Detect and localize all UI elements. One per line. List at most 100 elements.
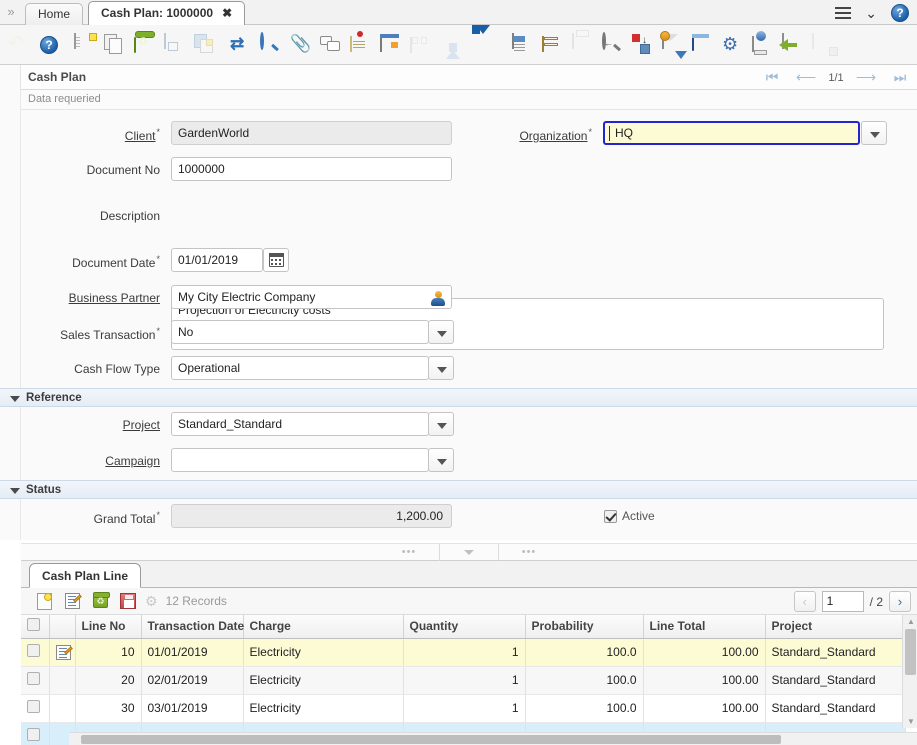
- nav-prev-icon[interactable]: ⟵: [789, 65, 823, 90]
- chat-button[interactable]: [318, 30, 344, 60]
- row-select-cell[interactable]: [21, 666, 49, 694]
- scroll-thumb[interactable]: [905, 629, 916, 675]
- chevron-right-icon[interactable]: ›: [889, 591, 911, 612]
- delete-record-button[interactable]: [132, 30, 158, 60]
- row-checkbox[interactable]: [27, 644, 40, 657]
- close-icon[interactable]: ✖: [222, 6, 232, 20]
- grid-vertical-scrollbar[interactable]: ▲ ▼: [902, 615, 917, 728]
- row-edit-cell[interactable]: [49, 638, 75, 666]
- attachment-button[interactable]: 📎: [288, 30, 314, 60]
- new-record-button[interactable]: [72, 30, 98, 60]
- column-header-probability[interactable]: Probability: [525, 615, 643, 638]
- date-picker-button[interactable]: [263, 248, 289, 272]
- edit-record-icon[interactable]: [56, 645, 71, 660]
- document-no-input[interactable]: 1000000: [171, 157, 452, 181]
- chevron-left-icon[interactable]: ‹: [794, 591, 816, 612]
- preference-button[interactable]: ⚙: [720, 30, 746, 60]
- row-checkbox[interactable]: [27, 728, 40, 741]
- print-preview-button[interactable]: ←: [600, 30, 626, 60]
- project-select[interactable]: Standard_Standard: [171, 412, 429, 436]
- table-row[interactable]: 10 01/01/2019 Electricity 1 100.0 100.00…: [21, 638, 905, 666]
- row-select-cell[interactable]: [21, 694, 49, 722]
- client-field[interactable]: GardenWorld: [171, 121, 452, 145]
- help-icon[interactable]: ?: [891, 4, 909, 22]
- detail-record-button[interactable]: [474, 30, 500, 60]
- nav-next-icon[interactable]: ⟶: [849, 65, 883, 90]
- find-button[interactable]: [258, 30, 284, 60]
- select-all-checkbox[interactable]: [27, 618, 40, 631]
- chevron-double-down-icon[interactable]: ⌄: [865, 7, 877, 19]
- column-header-project[interactable]: Project: [765, 615, 905, 638]
- nav-last-icon[interactable]: ⏭: [883, 65, 917, 90]
- save-button[interactable]: [162, 30, 188, 60]
- business-partner-info-button[interactable]: [426, 287, 450, 309]
- gear-icon[interactable]: ⚙: [145, 593, 158, 610]
- column-header-charge[interactable]: Charge: [243, 615, 403, 638]
- campaign-select[interactable]: [171, 448, 429, 472]
- triangle-down-icon[interactable]: [10, 488, 20, 494]
- column-header-select[interactable]: [21, 615, 49, 638]
- project-label[interactable]: Project: [60, 418, 160, 432]
- multi-view-button[interactable]: [408, 30, 434, 60]
- organization-dropdown-button[interactable]: [861, 121, 887, 145]
- column-header-quantity[interactable]: Quantity: [403, 615, 525, 638]
- cash-flow-type-select[interactable]: Operational: [171, 356, 429, 380]
- sales-transaction-select[interactable]: No: [171, 320, 429, 344]
- print-button[interactable]: [570, 30, 596, 60]
- section-status[interactable]: Status: [0, 480, 917, 499]
- business-partner-input[interactable]: My City Electric Company: [171, 285, 452, 309]
- active-checkbox[interactable]: [604, 510, 617, 523]
- column-header-line-no[interactable]: Line No: [75, 615, 141, 638]
- nav-first-icon[interactable]: ⏮: [755, 65, 789, 90]
- refresh-button[interactable]: ⇄: [228, 30, 254, 60]
- scroll-down-icon[interactable]: ▼: [907, 717, 915, 726]
- grid-delete-record-button[interactable]: [89, 591, 111, 611]
- tab-cash-plan[interactable]: Cash Plan: 1000000✖: [88, 1, 245, 25]
- parent-record-button[interactable]: [444, 30, 470, 60]
- campaign-label[interactable]: Campaign: [50, 454, 160, 468]
- undo-button[interactable]: ↶: [6, 30, 32, 60]
- row-checkbox[interactable]: [27, 672, 40, 685]
- organization-input[interactable]: HQ: [603, 121, 860, 145]
- grid-toggle-button[interactable]: [378, 30, 404, 60]
- email-button[interactable]: [660, 30, 686, 60]
- column-header-line-total[interactable]: Line Total: [643, 615, 765, 638]
- requery-button[interactable]: ↓: [630, 30, 656, 60]
- campaign-dropdown-button[interactable]: [428, 448, 454, 472]
- section-reference[interactable]: Reference: [0, 388, 917, 407]
- row-checkbox[interactable]: [27, 700, 40, 713]
- chevron-double-right-icon[interactable]: »: [3, 4, 19, 20]
- tab-home[interactable]: Home: [25, 3, 83, 25]
- save-create-new-button[interactable]: [192, 30, 218, 60]
- row-select-cell[interactable]: [21, 722, 49, 745]
- panel-splitter[interactable]: ••• •••: [21, 543, 917, 561]
- page-number-input[interactable]: 1: [822, 591, 864, 612]
- grid-horizontal-scrollbar[interactable]: [69, 732, 917, 745]
- project-dropdown-button[interactable]: [428, 412, 454, 436]
- grid-save-record-button[interactable]: [117, 591, 139, 611]
- triangle-down-icon[interactable]: [10, 396, 20, 402]
- document-date-input[interactable]: 01/01/2019: [171, 248, 263, 272]
- business-partner-label[interactable]: Business Partner: [40, 291, 160, 305]
- tab-cash-plan-line[interactable]: Cash Plan Line: [29, 563, 141, 588]
- scroll-up-icon[interactable]: ▲: [907, 617, 915, 626]
- sales-transaction-dropdown-button[interactable]: [428, 320, 454, 344]
- column-header-transaction-date[interactable]: Transaction Date: [141, 615, 243, 638]
- scroll-thumb[interactable]: [81, 735, 781, 744]
- cash-flow-type-dropdown-button[interactable]: [428, 356, 454, 380]
- archive-button[interactable]: [540, 30, 566, 60]
- triangle-down-icon[interactable]: [464, 550, 474, 555]
- splitter-collapse-button[interactable]: [439, 544, 499, 561]
- grid-edit-record-button[interactable]: [61, 591, 83, 611]
- hamburger-menu-icon[interactable]: [835, 7, 851, 19]
- grid-new-record-button[interactable]: [33, 591, 55, 611]
- report-button[interactable]: [510, 30, 536, 60]
- help-button[interactable]: ?: [36, 30, 62, 60]
- row-select-cell[interactable]: [21, 638, 49, 666]
- postit-note-button[interactable]: [348, 30, 374, 60]
- table-row[interactable]: 30 03/01/2019 Electricity 1 100.0 100.00…: [21, 694, 905, 722]
- product-info-button[interactable]: [690, 30, 716, 60]
- copy-record-button[interactable]: [102, 30, 128, 60]
- table-row[interactable]: 20 02/01/2019 Electricity 1 100.0 100.00…: [21, 666, 905, 694]
- import-button[interactable]: [780, 30, 806, 60]
